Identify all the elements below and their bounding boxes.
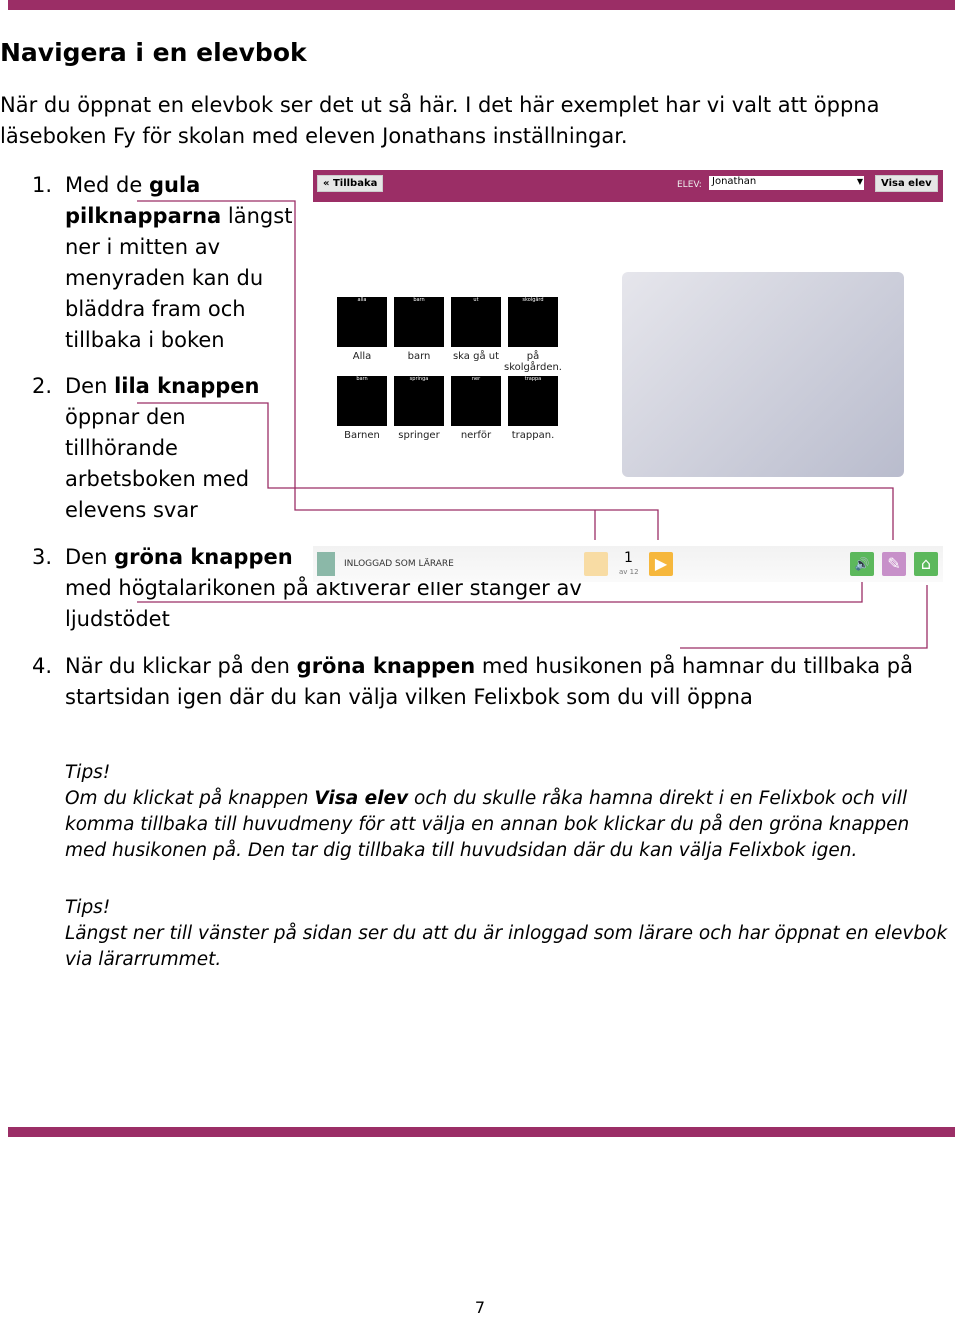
page-number-footer: 7: [474, 1298, 486, 1317]
tips-1: Tips! Om du klickat på knappen Visa elev …: [65, 762, 910, 861]
bottom-bar: [8, 1127, 955, 1137]
connector-lines: [137, 200, 928, 649]
tips-2: Tips! Längst ner till vänster på sidan se…: [65, 897, 948, 970]
